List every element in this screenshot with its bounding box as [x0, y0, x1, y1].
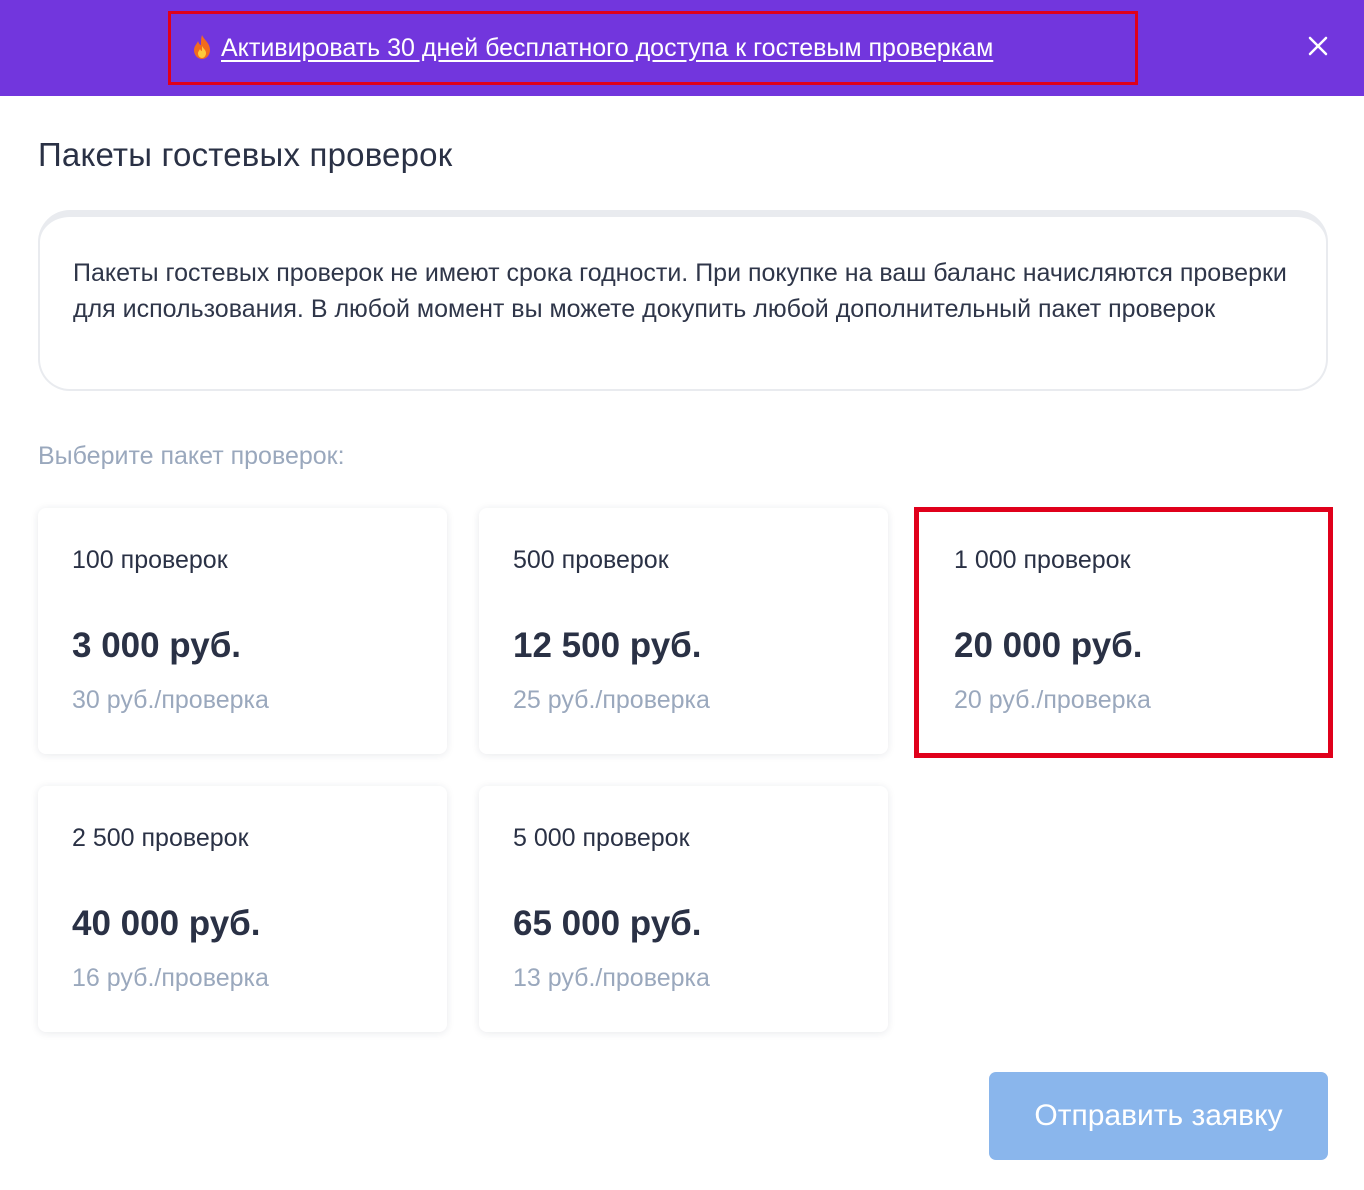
package-card-5000[interactable]: 5 000 проверок 65 000 руб. 13 руб./прове…	[479, 786, 888, 1032]
selected-package-highlight	[914, 507, 1333, 758]
package-card-2500[interactable]: 2 500 проверок 40 000 руб. 16 руб./прове…	[38, 786, 447, 1032]
package-price: 65 000 руб.	[513, 904, 702, 943]
close-icon[interactable]	[1300, 28, 1336, 64]
page-title: Пакеты гостевых проверок	[38, 136, 453, 173]
promo-banner: Активировать 30 дней бесплатного доступа…	[0, 0, 1364, 96]
package-card-500[interactable]: 500 проверок 12 500 руб. 25 руб./проверк…	[479, 508, 888, 754]
package-unit-price: 25 руб./проверка	[513, 686, 710, 714]
package-price: 40 000 руб.	[72, 904, 261, 943]
package-quantity: 100 проверок	[72, 546, 228, 574]
package-unit-price: 16 руб./проверка	[72, 964, 269, 992]
package-quantity: 2 500 проверок	[72, 824, 249, 852]
choose-package-label: Выберите пакет проверок:	[38, 442, 345, 470]
package-price: 12 500 руб.	[513, 626, 702, 665]
activate-trial-text: Активировать 30 дней бесплатного доступа…	[221, 33, 994, 62]
package-card-100[interactable]: 100 проверок 3 000 руб. 30 руб./проверка	[38, 508, 447, 754]
package-price: 3 000 руб.	[72, 626, 242, 665]
info-text: Пакеты гостевых проверок не имеют срока …	[73, 259, 1287, 323]
package-quantity: 5 000 проверок	[513, 824, 690, 852]
submit-request-button[interactable]: Отправить заявку	[989, 1072, 1328, 1160]
package-quantity: 500 проверок	[513, 546, 669, 574]
package-unit-price: 13 руб./проверка	[513, 964, 710, 992]
activate-trial-link[interactable]: Активировать 30 дней бесплатного доступа…	[168, 11, 1138, 85]
package-unit-price: 30 руб./проверка	[72, 686, 269, 714]
fire-icon	[194, 35, 210, 59]
info-box: Пакеты гостевых проверок не имеют срока …	[38, 210, 1328, 391]
